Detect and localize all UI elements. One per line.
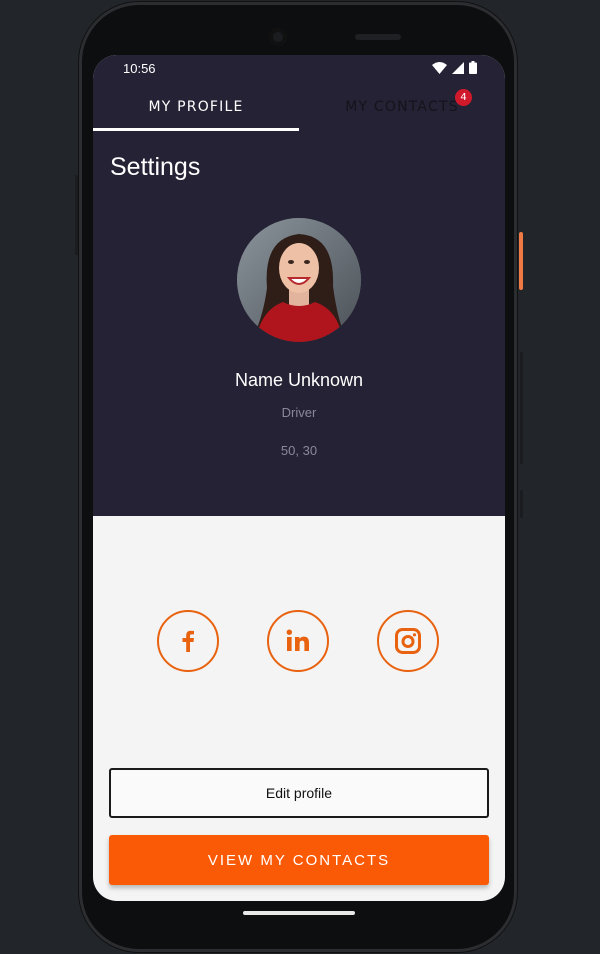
- edit-profile-button[interactable]: Edit profile: [109, 768, 489, 818]
- battery-icon: [469, 61, 477, 74]
- tab-bar: MY PROFILE MY CONTACTS 4: [93, 85, 505, 131]
- avatar[interactable]: [237, 218, 361, 342]
- home-indicator[interactable]: [243, 911, 355, 915]
- side-button-lower: [520, 490, 523, 518]
- page-title: Settings: [110, 153, 201, 181]
- avatar-photo: [237, 218, 361, 342]
- profile-coordinates: 50, 30: [280, 443, 318, 458]
- instagram-icon: [395, 628, 421, 654]
- status-bar: 10:56: [93, 55, 505, 83]
- tab-label: MY PROFILE: [148, 99, 244, 115]
- status-time: 10:56: [123, 61, 156, 76]
- wifi-icon: [432, 61, 447, 74]
- facebook-button[interactable]: [157, 610, 219, 672]
- tab-label: MY CONTACTS: [345, 99, 459, 115]
- tab-my-profile[interactable]: MY PROFILE: [93, 85, 299, 129]
- app-screen: 10:56 MY PROFILE MY CONTACTS 4 Settings: [93, 55, 505, 901]
- view-contacts-button[interactable]: VIEW MY CONTACTS: [109, 835, 489, 885]
- status-icons: [432, 61, 477, 74]
- signal-icon: [452, 61, 464, 74]
- volume-button: [520, 352, 523, 464]
- profile-role: Driver: [281, 405, 317, 420]
- side-button: [519, 232, 523, 290]
- speaker-grille: [355, 34, 401, 40]
- profile-name: Name Unknown: [234, 370, 364, 390]
- power-button: [75, 175, 78, 255]
- camera-icon: [269, 28, 287, 46]
- tab-my-contacts[interactable]: MY CONTACTS: [299, 85, 505, 129]
- notification-badge: 4: [455, 89, 472, 106]
- tab-indicator: [93, 128, 299, 131]
- facebook-icon: [182, 630, 194, 652]
- linkedin-button[interactable]: [267, 610, 329, 672]
- instagram-button[interactable]: [377, 610, 439, 672]
- linkedin-icon: [286, 629, 309, 651]
